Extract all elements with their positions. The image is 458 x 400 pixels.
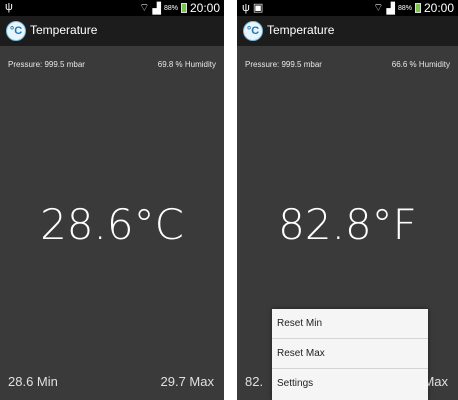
min-max-row: 28.6 Min 29.7 Max [8,374,214,390]
status-bar: ψ ⌔ ▟ 88% 20:00 [0,0,224,16]
max-temperature: 29.7 Max [160,374,214,389]
wifi-icon: ⌔ [139,2,150,14]
status-bar: ψ ▣ ⌔ ▟ 88% 20:00 [237,0,458,16]
temperature-display: 82.8°F [278,200,417,249]
action-bar: °C Temperature [0,16,224,46]
battery-percent: 88% [397,4,412,12]
battery-icon [180,3,187,13]
humidity-label: 69.8 % Humidity [157,60,216,69]
status-right: ⌔ ▟ 88% 20:00 [373,1,454,15]
status-time: 20:00 [189,1,220,15]
wifi-icon: ⌔ [373,2,384,14]
pressure-label: Pressure: 999.5 mbar [8,60,85,69]
temperature-display: 28.6°C [40,200,184,249]
signal-icon: ▟ [152,2,161,15]
usb-icon: ψ ▣ [242,2,264,14]
status-time: 20:00 [423,1,454,15]
min-temperature: 28.6 Min [8,374,58,389]
battery-icon [414,3,421,13]
signal-icon: ▟ [386,2,395,15]
phone-screen-right: ψ ▣ ⌔ ▟ 88% 20:00 °C Temperature Pressur… [237,0,458,400]
menu-item-settings[interactable]: Settings [272,369,428,399]
battery-percent: 88% [163,4,178,12]
menu-item-reset-min[interactable]: Reset Min [272,309,428,339]
app-title: Temperature [30,23,98,37]
info-row: Pressure: 999.5 mbar 69.8 % Humidity [8,60,216,72]
thermometer-app-icon[interactable]: °C [243,21,263,41]
pressure-label: Pressure: 999.5 mbar [245,60,322,69]
app-title: Temperature [267,23,335,37]
usb-icon: ψ [5,1,13,13]
overflow-menu: Reset Min Reset Max Settings [272,309,428,400]
menu-item-reset-max[interactable]: Reset Max [272,339,428,369]
thermometer-app-icon[interactable]: °C [6,21,26,41]
min-temperature: 82. [245,374,264,389]
phone-screen-left: ψ ⌔ ▟ 88% 20:00 °C Temperature Pressure:… [0,0,224,400]
info-row: Pressure: 999.5 mbar 66.6 % Humidity [245,60,450,72]
action-bar: °C Temperature [237,16,458,46]
status-right: ⌔ ▟ 88% 20:00 [139,1,220,15]
humidity-label: 66.6 % Humidity [391,60,450,69]
